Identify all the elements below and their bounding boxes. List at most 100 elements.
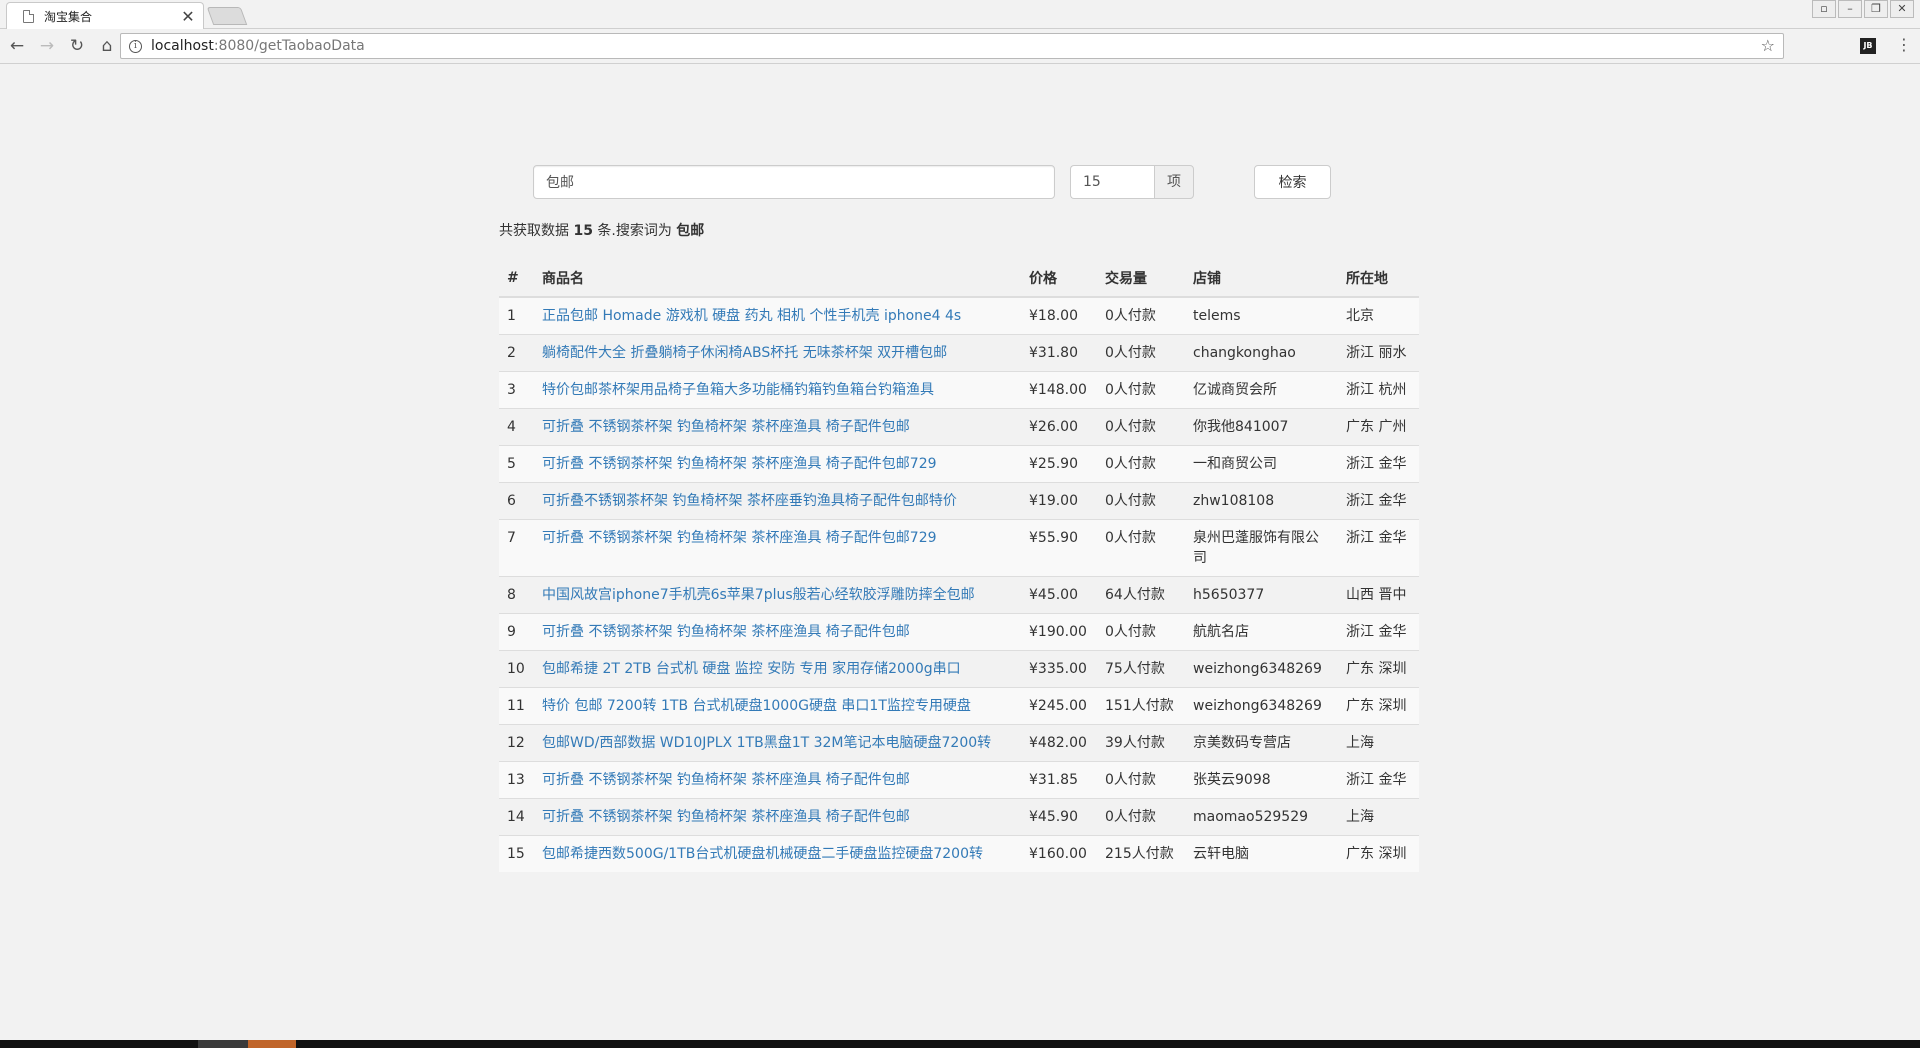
cell-price: ¥26.00 — [1021, 408, 1097, 446]
cell-shop: 一和商贸公司 — [1185, 445, 1338, 483]
cell-location: 浙江 杭州 — [1338, 371, 1419, 409]
product-link[interactable]: 正品包邮 Homade 游戏机 硬盘 药丸 相机 个性手机壳 iphone4 4… — [542, 308, 961, 324]
url-text[interactable]: localhost:8080/getTaobaoData — [151, 38, 365, 54]
product-link[interactable]: 特价 包邮 7200转 1TB 台式机硬盘1000G硬盘 串口1T监控专用硬盘 — [542, 698, 971, 714]
table-row: 11 特价 包邮 7200转 1TB 台式机硬盘1000G硬盘 串口1T监控专用硬… — [499, 687, 1419, 725]
cell-price: ¥160.00 — [1021, 835, 1097, 872]
product-link[interactable]: 包邮希捷 2T 2TB 台式机 硬盘 监控 安防 专用 家用存储2000g串口 — [542, 661, 961, 677]
cell-index: 1 — [499, 296, 534, 335]
count-unit-addon: 项 — [1154, 165, 1194, 199]
address-bar[interactable]: i localhost:8080/getTaobaoData ☆ — [120, 33, 1784, 59]
cell-sales: 75人付款 — [1097, 650, 1185, 688]
cell-location: 广东 深圳 — [1338, 835, 1419, 872]
cell-index: 3 — [499, 371, 534, 409]
taskbar-item-active[interactable] — [248, 1040, 296, 1048]
cell-sales: 0人付款 — [1097, 371, 1185, 409]
table-row: 13 可折叠 不锈钢茶杯架 钓鱼椅杯架 茶杯座渔具 椅子配件包邮 ¥31.85 0人付… — [499, 761, 1419, 799]
cell-location: 浙江 金华 — [1338, 445, 1419, 483]
product-link[interactable]: 躺椅配件大全 折叠躺椅子休闲椅ABS杯托 无味茶杯架 双开槽包邮 — [542, 345, 947, 361]
restore-icon[interactable]: ❐ — [1864, 0, 1888, 18]
cell-price: ¥45.00 — [1021, 576, 1097, 614]
window-controls: ▫ – ❐ ✕ — [1812, 0, 1914, 18]
summary-count: 15 — [573, 223, 593, 239]
header-shop: 店铺 — [1185, 260, 1338, 298]
cell-shop: weizhong6348269 — [1185, 687, 1338, 725]
table-row: 6 可折叠不锈钢茶杯架 钓鱼椅杯架 茶杯座垂钓渔具椅子配件包邮特价 ¥19.00 0人… — [499, 482, 1419, 520]
cell-title: 包邮希捷 2T 2TB 台式机 硬盘 监控 安防 专用 家用存储2000g串口 — [534, 650, 1021, 688]
info-icon[interactable]: i — [129, 39, 142, 53]
product-link[interactable]: 可折叠 不锈钢茶杯架 钓鱼椅杯架 茶杯座渔具 椅子配件包邮 — [542, 624, 910, 640]
cell-price: ¥190.00 — [1021, 613, 1097, 651]
cell-index: 4 — [499, 408, 534, 446]
cell-location: 广东 深圳 — [1338, 687, 1419, 725]
close-window-icon[interactable]: ✕ — [1890, 0, 1914, 18]
cell-location: 上海 — [1338, 798, 1419, 836]
results-table: # 商品名 价格 交易量 店铺 所在地 1 正品包邮 Homade 游戏机 硬盘 … — [499, 260, 1419, 872]
cell-title: 特价 包邮 7200转 1TB 台式机硬盘1000G硬盘 串口1T监控专用硬盘 — [534, 687, 1021, 725]
product-link[interactable]: 特价包邮茶杯架用品椅子鱼箱大多功能桶钓箱钓鱼箱台钓箱渔具 — [542, 382, 934, 398]
summary-keyword: 包邮 — [676, 223, 705, 239]
tab-title: 淘宝集合 — [44, 9, 93, 24]
menu-dots-icon[interactable]: ⋮ — [1896, 36, 1912, 54]
cell-title: 中国风故宫iphone7手机壳6s苹果7plus般若心经软胶浮雕防摔全包邮 — [534, 576, 1021, 614]
cell-price: ¥25.90 — [1021, 445, 1097, 483]
cell-index: 6 — [499, 482, 534, 520]
user-icon[interactable]: ▫ — [1812, 0, 1836, 18]
cell-title: 可折叠 不锈钢茶杯架 钓鱼椅杯架 茶杯座渔具 椅子配件包邮729 — [534, 519, 1021, 577]
back-arrow-icon[interactable]: ← — [4, 33, 30, 59]
cell-title: 包邮WD/西部数据 WD10JPLX 1TB黑盘1T 32M笔记本电脑硬盘720… — [534, 724, 1021, 762]
product-link[interactable]: 中国风故宫iphone7手机壳6s苹果7plus般若心经软胶浮雕防摔全包邮 — [542, 587, 975, 603]
browser-tab[interactable]: 淘宝集合 ✕ — [6, 2, 204, 29]
header-price: 价格 — [1021, 260, 1097, 298]
url-host: localhost — [151, 38, 214, 54]
cell-shop: h5650377 — [1185, 576, 1338, 614]
extension-icon[interactable]: JB — [1860, 38, 1876, 54]
cell-shop: changkonghao — [1185, 334, 1338, 372]
cell-sales: 0人付款 — [1097, 445, 1185, 483]
header-sales: 交易量 — [1097, 260, 1185, 298]
product-link[interactable]: 可折叠不锈钢茶杯架 钓鱼椅杯架 茶杯座垂钓渔具椅子配件包邮特价 — [542, 493, 957, 509]
product-link[interactable]: 包邮WD/西部数据 WD10JPLX 1TB黑盘1T 32M笔记本电脑硬盘720… — [542, 735, 991, 751]
cell-shop: 你我他841007 — [1185, 408, 1338, 446]
cell-location: 北京 — [1338, 296, 1419, 335]
keyword-input[interactable] — [533, 165, 1055, 199]
cell-sales: 0人付款 — [1097, 761, 1185, 799]
cell-sales: 0人付款 — [1097, 519, 1185, 577]
cell-index: 15 — [499, 835, 534, 872]
search-button[interactable]: 检索 — [1254, 165, 1331, 199]
forward-arrow-icon[interactable]: → — [34, 33, 60, 59]
page-icon — [23, 9, 34, 23]
cell-sales: 0人付款 — [1097, 296, 1185, 335]
taskbar-item[interactable] — [198, 1040, 248, 1048]
cell-price: ¥19.00 — [1021, 482, 1097, 520]
home-icon[interactable]: ⌂ — [94, 33, 120, 59]
table-row: 3 特价包邮茶杯架用品椅子鱼箱大多功能桶钓箱钓鱼箱台钓箱渔具 ¥148.00 0人付款… — [499, 371, 1419, 409]
product-link[interactable]: 包邮希捷西数500G/1TB台式机硬盘机械硬盘二手硬盘监控硬盘7200转 — [542, 846, 983, 862]
cell-title: 可折叠不锈钢茶杯架 钓鱼椅杯架 茶杯座垂钓渔具椅子配件包邮特价 — [534, 482, 1021, 520]
cell-sales: 0人付款 — [1097, 482, 1185, 520]
product-link[interactable]: 可折叠 不锈钢茶杯架 钓鱼椅杯架 茶杯座渔具 椅子配件包邮 — [542, 772, 910, 788]
summary-prefix: 共获取数据 — [499, 223, 569, 239]
search-form: 项 检索 — [533, 165, 1333, 199]
result-summary: 共获取数据 15 条.搜索词为 包邮 — [499, 220, 704, 240]
count-input[interactable] — [1070, 165, 1154, 199]
cell-shop: telems — [1185, 296, 1338, 335]
product-link[interactable]: 可折叠 不锈钢茶杯架 钓鱼椅杯架 茶杯座渔具 椅子配件包邮 — [542, 809, 910, 825]
cell-title: 可折叠 不锈钢茶杯架 钓鱼椅杯架 茶杯座渔具 椅子配件包邮 — [534, 798, 1021, 836]
product-link[interactable]: 可折叠 不锈钢茶杯架 钓鱼椅杯架 茶杯座渔具 椅子配件包邮729 — [542, 456, 937, 472]
cell-sales: 39人付款 — [1097, 724, 1185, 762]
bookmark-star-icon[interactable]: ☆ — [1761, 36, 1775, 55]
cell-shop: 航航名店 — [1185, 613, 1338, 651]
header-index: # — [499, 260, 534, 298]
cell-sales: 0人付款 — [1097, 408, 1185, 446]
new-tab-button[interactable] — [206, 7, 248, 25]
minimize-icon[interactable]: – — [1838, 0, 1862, 18]
cell-shop: 云轩电脑 — [1185, 835, 1338, 872]
reload-icon[interactable]: ↻ — [64, 33, 90, 59]
product-link[interactable]: 可折叠 不锈钢茶杯架 钓鱼椅杯架 茶杯座渔具 椅子配件包邮729 — [542, 530, 937, 546]
product-link[interactable]: 可折叠 不锈钢茶杯架 钓鱼椅杯架 茶杯座渔具 椅子配件包邮 — [542, 419, 910, 435]
tab-close-icon[interactable]: ✕ — [181, 7, 195, 26]
cell-index: 2 — [499, 334, 534, 372]
cell-price: ¥335.00 — [1021, 650, 1097, 688]
cell-shop: weizhong6348269 — [1185, 650, 1338, 688]
